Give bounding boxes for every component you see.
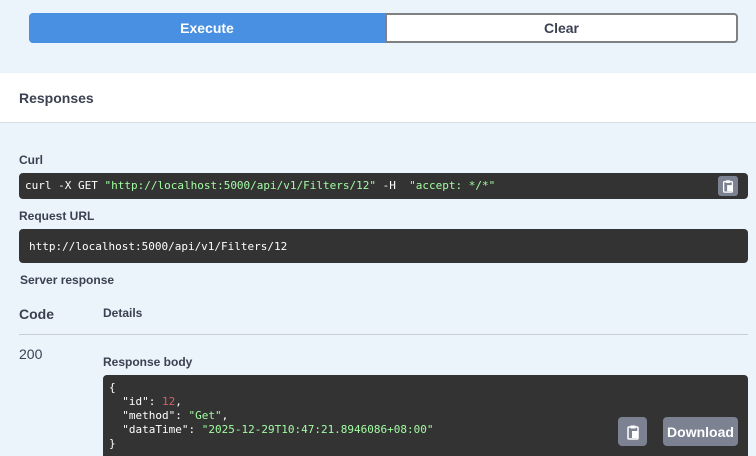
- response-body-block: { "id": 12, "method": "Get", "dataTime":…: [103, 375, 748, 456]
- curl-cmd: curl -X GET: [25, 179, 105, 192]
- copy-curl-button[interactable]: [718, 176, 738, 196]
- curl-label: Curl: [19, 153, 43, 167]
- json-open: {: [109, 381, 116, 394]
- table-divider: [19, 334, 748, 335]
- execute-button[interactable]: Execute: [29, 13, 385, 43]
- json-datatime-value: "2025-12-29T10:47:21.8946086+08:00": [201, 423, 434, 436]
- download-button[interactable]: Download: [663, 417, 738, 446]
- json-id-value: 12: [162, 395, 176, 408]
- response-code: 200: [19, 346, 43, 362]
- curl-block: curl -X GET "http://localhost:5000/api/v…: [19, 173, 748, 199]
- execute-clear-row: Execute Clear: [29, 13, 738, 43]
- request-url-block: http://localhost:5000/api/v1/Filters/12: [19, 229, 748, 263]
- response-body-label: Response body: [103, 355, 193, 369]
- request-url-label: Request URL: [19, 209, 95, 223]
- clipboard-icon: [626, 425, 639, 440]
- code-header: Code: [19, 306, 54, 322]
- clipboard-icon: [722, 180, 734, 193]
- server-response-label: Server response: [20, 273, 115, 287]
- json-method-key: "method": [122, 409, 176, 422]
- details-header: Details: [103, 306, 143, 320]
- json-datatime-key: "dataTime": [122, 423, 189, 436]
- json-id-key: "id": [122, 395, 149, 408]
- json-method-value: "Get": [188, 409, 222, 422]
- copy-response-button[interactable]: [618, 417, 647, 446]
- curl-header: "accept: */*": [409, 179, 496, 192]
- responses-header: Responses: [0, 73, 756, 123]
- curl-flag: -H: [376, 179, 410, 192]
- json-close: }: [109, 437, 116, 450]
- responses-title: Responses: [19, 90, 94, 106]
- curl-url: "http://localhost:5000/api/v1/Filters/12…: [104, 179, 377, 192]
- clear-button[interactable]: Clear: [385, 13, 738, 43]
